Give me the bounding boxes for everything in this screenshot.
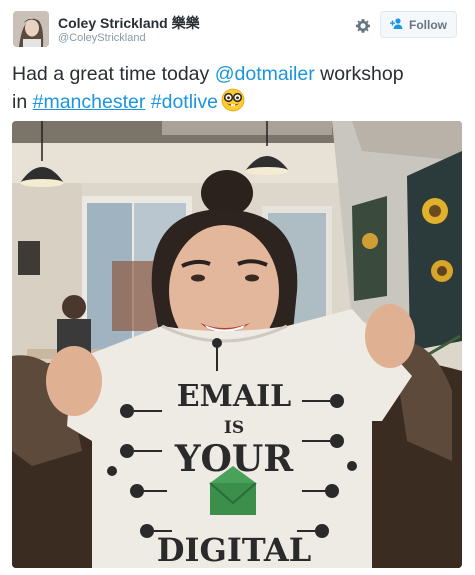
tweet-line-2: in #manchester #dotlive [12, 88, 462, 120]
follow-button[interactable]: Follow [380, 11, 457, 38]
nerd-face-emoji-icon [220, 88, 246, 120]
tweet-text-prefix: in [12, 91, 33, 113]
tweet-line-1: Had a great time today @dotmailer worksh… [12, 60, 462, 88]
shirt-text-digital: DIGITAL [157, 531, 311, 568]
mention-link[interactable]: @dotmailer [215, 63, 315, 85]
hashtag-manchester[interactable]: #manchester [33, 91, 146, 113]
gear-icon[interactable] [353, 16, 373, 36]
shirt-text-email: EMAIL [177, 379, 291, 414]
tweet-text-before: Had a great time today [12, 63, 215, 85]
author-handle[interactable]: @ColeyStrickland [58, 32, 146, 44]
follow-label: Follow [409, 17, 447, 32]
hashtag-dotlive[interactable]: #dotlive [151, 91, 218, 113]
tweet-text: Had a great time today @dotmailer worksh… [12, 60, 462, 120]
avatar[interactable] [13, 11, 49, 47]
tweet-text-middle: workshop [314, 63, 404, 85]
author-name[interactable]: Coley Strickland 樂樂 [58, 13, 200, 33]
tweet-photo[interactable]: EMAIL IS YOUR DIGITAL [12, 121, 462, 568]
add-user-icon [390, 17, 404, 32]
shirt-text-is: IS [224, 418, 244, 438]
